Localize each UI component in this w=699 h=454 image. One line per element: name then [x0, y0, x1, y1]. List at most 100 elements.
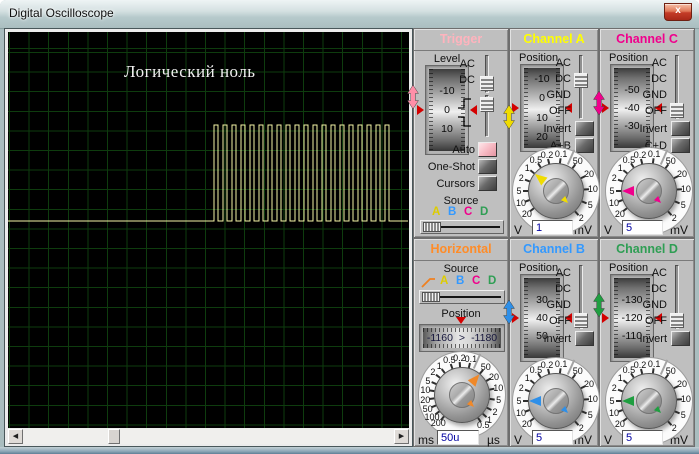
horizontal-panel: Horizontal Source ABCD Position -1160 > … — [413, 238, 509, 447]
trigger-coupling-slider[interactable] — [479, 55, 495, 93]
timebase-unit-ms: ms — [418, 433, 434, 447]
channel-c-gain-knob-scale-label: 5 — [609, 186, 615, 196]
auto-button[interactable] — [478, 142, 497, 157]
channel-b-invert-label: Invert — [543, 333, 571, 345]
scrollbar-right-arrow[interactable]: ▶ — [394, 429, 409, 444]
channel-b-invert-button[interactable] — [575, 331, 594, 346]
channel-d-coupling-gnd-label: GND — [642, 299, 667, 311]
horizontal-position-dial[interactable]: -1160 > -1180 — [419, 324, 505, 352]
channel-c-gain-knob-scale-label: 10 — [680, 184, 691, 195]
horizontal-source-slider[interactable] — [419, 290, 505, 304]
trigger-source-c[interactable]: C — [464, 206, 472, 218]
channel-a-coupling-slider[interactable] — [573, 55, 589, 119]
horizontal-timebase-knob-scale-label: 2 — [430, 367, 436, 378]
channel-c-c-plus-d-button[interactable] — [671, 138, 690, 153]
channel-d-invert-button[interactable] — [671, 331, 690, 346]
channel-a-invert-label: Invert — [543, 123, 571, 135]
trigger-source-slider[interactable] — [420, 220, 504, 234]
scale-tick — [523, 190, 528, 192]
channel-a-gain-knob-scale-label: 10 — [587, 184, 598, 195]
scrollbar-left-arrow[interactable]: ◀ — [8, 429, 23, 444]
cursors-button-label: Cursors — [436, 178, 475, 190]
horizontal-timebase-knob-scale-label: 5 — [496, 395, 502, 406]
trigger-source-b[interactable]: B — [448, 206, 456, 218]
ramp-icon — [421, 278, 435, 288]
timebase-unit-us: µs — [487, 433, 500, 447]
slider-thumb[interactable] — [670, 313, 684, 328]
window-bottom-edge — [0, 447, 699, 454]
channel-a-coupling-off-label: OFF — [549, 105, 571, 117]
falling-edge-icon — [458, 116, 471, 127]
horizontal-position-marker-top — [456, 317, 466, 324]
horizontal-timebase-knob-scale-label: 2 — [492, 406, 498, 417]
channel-b-coupling-ac-label: AC — [555, 267, 571, 279]
horizontal-source-c[interactable]: C — [472, 275, 480, 287]
channel-a-position-arrow — [503, 105, 515, 129]
horizontal-panel-title: Horizontal — [414, 239, 508, 261]
scale-tick — [676, 188, 683, 191]
horizontal-source-a[interactable]: A — [440, 275, 448, 287]
trigger-source-d[interactable]: D — [480, 206, 488, 218]
channel-c-coupling-gnd-label: GND — [642, 89, 667, 101]
scope-screen-frame: Логический ноль ◀ ▶ — [4, 28, 413, 447]
channel-b-position-arrow — [503, 300, 515, 324]
channel-b-unit-v: V — [514, 433, 523, 447]
trigger-source-a[interactable]: A — [432, 206, 440, 218]
slider-thumb[interactable] — [574, 73, 588, 88]
trigger-panel: Trigger Level -10 0 10 AC DC Auto One-Sh… — [413, 28, 509, 238]
channel-c-panel: Channel C Position -50 -40 -30 AC DC GND OFF Inve… — [599, 28, 695, 238]
channel-c-gain-knob-scale-label: 20 — [676, 169, 687, 180]
slider-thumb[interactable] — [574, 313, 588, 328]
channel-c-gain-knob-scale-label: 5 — [680, 199, 686, 210]
channel-a-coupling-ac-label: AC — [555, 57, 571, 69]
channel-c-coupling-slider[interactable] — [669, 55, 685, 119]
channel-b-coupling-off-label: OFF — [549, 315, 571, 327]
waveform-trace — [8, 124, 408, 222]
channel-c-gain-knob-scale-label: 2 — [671, 213, 677, 224]
channel-c-invert-button[interactable] — [671, 121, 690, 136]
channel-a-invert-button[interactable] — [575, 121, 594, 136]
channel-d-panel: Channel D Position -130 -120 -110 AC DC GND OFF I… — [599, 238, 695, 447]
oscilloscope-window: Digital Oscilloscope x Логический ноль ◀… — [0, 0, 699, 454]
one-shot-button-label: One-Shot — [427, 161, 475, 173]
scope-scrollbar[interactable]: ◀ ▶ — [8, 429, 409, 444]
trigger-edge-slider[interactable] — [479, 95, 495, 137]
channel-c-value-input[interactable] — [622, 220, 663, 235]
channel-d-value-input[interactable] — [622, 430, 663, 445]
slider-thumb[interactable] — [480, 76, 494, 91]
slider-thumb[interactable] — [422, 292, 440, 302]
scale-tick — [616, 190, 621, 192]
horizontal-source-b[interactable]: B — [456, 275, 464, 287]
horizontal-source-d[interactable]: D — [488, 275, 496, 287]
slider-thumb[interactable] — [423, 222, 441, 232]
channel-a-value-input[interactable] — [532, 220, 573, 235]
scale-tick — [616, 400, 621, 402]
channel-b-coupling-slider[interactable] — [573, 265, 589, 329]
channel-d-gain-knob-scale-label: 2 — [671, 423, 677, 434]
one-shot-button[interactable] — [478, 159, 497, 174]
channel-b-value-input[interactable] — [532, 430, 573, 445]
channel-d-gain-knob-scale-label: 5 — [609, 396, 615, 406]
title-bar[interactable]: Digital Oscilloscope x — [0, 0, 699, 29]
scope-display[interactable]: Логический ноль — [8, 32, 409, 428]
slider-thumb[interactable] — [480, 97, 494, 112]
channel-a-coupling-gnd-label: GND — [546, 89, 571, 101]
trigger-coupling-dc-label: DC — [459, 74, 475, 86]
horizontal-source-label: Source — [443, 263, 479, 275]
slider-thumb[interactable] — [670, 103, 684, 118]
channel-d-coupling-slider[interactable] — [669, 265, 685, 329]
horizontal-position-value-left: -1160 — [426, 332, 453, 344]
channel-c-panel-title: Channel C — [600, 29, 694, 51]
scale-tick — [676, 398, 683, 401]
close-button[interactable]: x — [664, 3, 692, 21]
scale-tick — [583, 188, 590, 191]
scale-tick — [523, 400, 528, 402]
trigger-source-label: Source — [443, 195, 479, 207]
scrollbar-thumb[interactable] — [108, 429, 120, 444]
channel-a-a-plus-b-button[interactable] — [575, 138, 594, 153]
cursors-button[interactable] — [478, 176, 497, 191]
timebase-value-input[interactable] — [437, 430, 479, 445]
channel-b-gain-knob-scale-label: 10 — [587, 394, 598, 405]
channel-c-gain-knob-pointer — [622, 186, 634, 197]
trigger-level-tick: -10 — [439, 85, 455, 98]
